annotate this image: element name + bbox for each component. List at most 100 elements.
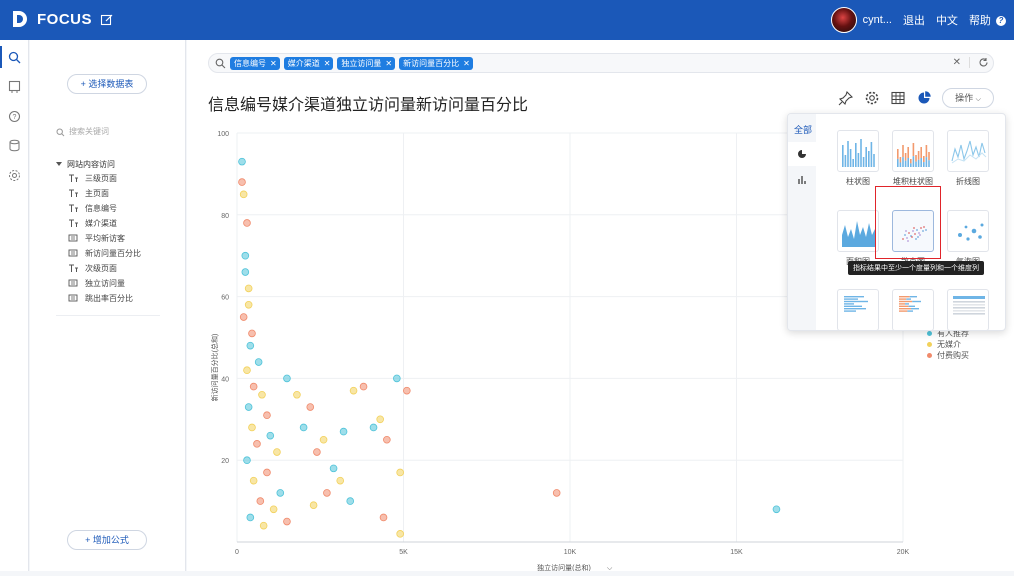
data-point[interactable]	[263, 468, 271, 477]
data-point[interactable]	[376, 415, 384, 424]
add-formula-button[interactable]: + 增加公式	[67, 530, 147, 550]
edit-icon[interactable]	[100, 13, 114, 27]
search-token[interactable]: 信息编号 ✕	[230, 56, 280, 70]
data-point[interactable]	[249, 382, 258, 391]
data-point[interactable]	[293, 390, 301, 399]
table-icon[interactable]	[890, 90, 906, 106]
data-point[interactable]	[259, 521, 268, 530]
column-item[interactable]: 媒介渠道	[56, 216, 141, 231]
close-icon[interactable]: ✕	[270, 59, 277, 68]
data-point[interactable]	[393, 374, 401, 383]
operate-dropdown[interactable]: 操作 ⌵	[942, 88, 994, 108]
data-point[interactable]	[283, 517, 291, 526]
keyword-search-input[interactable]: 搜索关键词	[56, 124, 162, 140]
data-point[interactable]	[269, 505, 278, 514]
close-icon[interactable]: ✕	[324, 59, 331, 68]
data-point[interactable]	[772, 505, 781, 514]
data-point[interactable]	[244, 284, 253, 293]
help-link[interactable]: 帮助 ?	[969, 12, 1006, 28]
data-point[interactable]	[552, 489, 561, 497]
data-point[interactable]	[241, 268, 250, 276]
data-point[interactable]	[239, 313, 248, 321]
search-token[interactable]: 独立访问量 ✕	[337, 56, 396, 70]
data-point[interactable]	[346, 497, 355, 505]
column-item[interactable]: 独立访问量	[56, 276, 141, 291]
database-icon[interactable]	[7, 138, 22, 153]
close-icon[interactable]: ✕	[385, 59, 392, 68]
pin-icon[interactable]	[838, 90, 854, 106]
data-point[interactable]	[323, 489, 331, 497]
search-icon[interactable]	[7, 50, 22, 65]
user-name[interactable]: cynt...	[863, 14, 892, 26]
data-point[interactable]	[396, 468, 404, 477]
data-point[interactable]	[266, 431, 275, 440]
data-point[interactable]	[273, 448, 281, 456]
column-item[interactable]: 新访问量百分比	[56, 246, 141, 261]
column-item[interactable]: 跳出率百分比	[56, 291, 141, 306]
data-point[interactable]	[283, 374, 291, 383]
refresh-icon[interactable]	[978, 57, 989, 68]
data-point[interactable]	[276, 489, 285, 497]
gear-icon[interactable]	[864, 90, 880, 106]
stacked-bar-thumb[interactable]	[892, 130, 934, 172]
data-point[interactable]	[379, 513, 388, 522]
search-token[interactable]: 新访问量百分比 ✕	[399, 56, 473, 70]
bubble-chart-thumb[interactable]	[947, 210, 989, 252]
data-point[interactable]	[246, 341, 255, 350]
data-point[interactable]	[349, 386, 358, 395]
bar-chart-thumb[interactable]	[837, 130, 879, 172]
language-switch[interactable]: 中文	[936, 12, 958, 28]
close-icon[interactable]: ✕	[463, 59, 470, 68]
data-point[interactable]	[243, 456, 251, 465]
line-chart-thumb[interactable]	[947, 130, 989, 172]
select-table-button[interactable]: + 选择数据表	[67, 74, 147, 94]
search-token[interactable]: 媒介渠道 ✕	[283, 56, 334, 70]
chevron-down-icon[interactable]: ⌵	[607, 565, 613, 572]
data-point[interactable]	[239, 190, 248, 199]
data-point[interactable]	[258, 390, 266, 399]
x-axis-title[interactable]: 独立访问量(总和)	[537, 563, 591, 572]
data-point[interactable]	[249, 476, 258, 485]
table-tree-header[interactable]: 网站内容访问	[56, 157, 141, 171]
data-point[interactable]	[336, 476, 345, 485]
data-point[interactable]	[244, 300, 253, 309]
brand-logo[interactable]: FOCUS	[10, 9, 92, 29]
data-point[interactable]	[248, 423, 256, 432]
column-item[interactable]: 主页面	[56, 186, 141, 201]
horizontal-bar-thumb[interactable]	[837, 289, 879, 330]
data-point[interactable]	[241, 251, 250, 260]
tab-bar[interactable]	[788, 168, 816, 192]
column-item[interactable]: 信息编号	[56, 201, 141, 216]
clear-icon[interactable]: ✕	[953, 57, 961, 68]
data-point[interactable]	[369, 423, 378, 432]
data-point[interactable]	[396, 530, 404, 538]
column-item[interactable]: 次级页面	[56, 261, 141, 276]
avatar[interactable]	[830, 7, 857, 33]
pin-board-icon[interactable]	[7, 79, 22, 94]
column-item[interactable]: 平均新访客	[56, 231, 141, 246]
table-thumb[interactable]	[947, 289, 989, 330]
area-chart-thumb[interactable]	[837, 210, 879, 252]
data-point[interactable]	[359, 382, 368, 391]
data-point[interactable]	[329, 464, 338, 473]
data-point[interactable]	[313, 448, 321, 456]
data-point[interactable]	[243, 366, 251, 375]
column-item[interactable]: 三级页面	[56, 171, 141, 186]
data-point[interactable]	[306, 403, 315, 411]
search-bar[interactable]: 信息编号 ✕ 媒介渠道 ✕ 独立访问量 ✕ 新访问量百分比 ✕ ✕	[208, 53, 994, 73]
stacked-horizontal-bar-thumb[interactable]	[892, 289, 934, 330]
data-point[interactable]	[248, 329, 256, 338]
data-point[interactable]	[246, 513, 255, 522]
data-point[interactable]	[256, 497, 265, 505]
question-icon[interactable]: ?	[7, 109, 22, 124]
data-point[interactable]	[309, 501, 318, 509]
data-point[interactable]	[253, 440, 261, 448]
data-point[interactable]	[299, 423, 308, 432]
tab-pie[interactable]	[788, 142, 816, 166]
logout-link[interactable]: 退出	[903, 12, 925, 28]
data-point[interactable]	[243, 219, 251, 227]
legend-item[interactable]: 无媒介	[927, 339, 969, 350]
gear-icon[interactable]	[7, 168, 22, 183]
data-point[interactable]	[319, 435, 328, 444]
legend-item[interactable]: 付费购买	[927, 350, 969, 361]
